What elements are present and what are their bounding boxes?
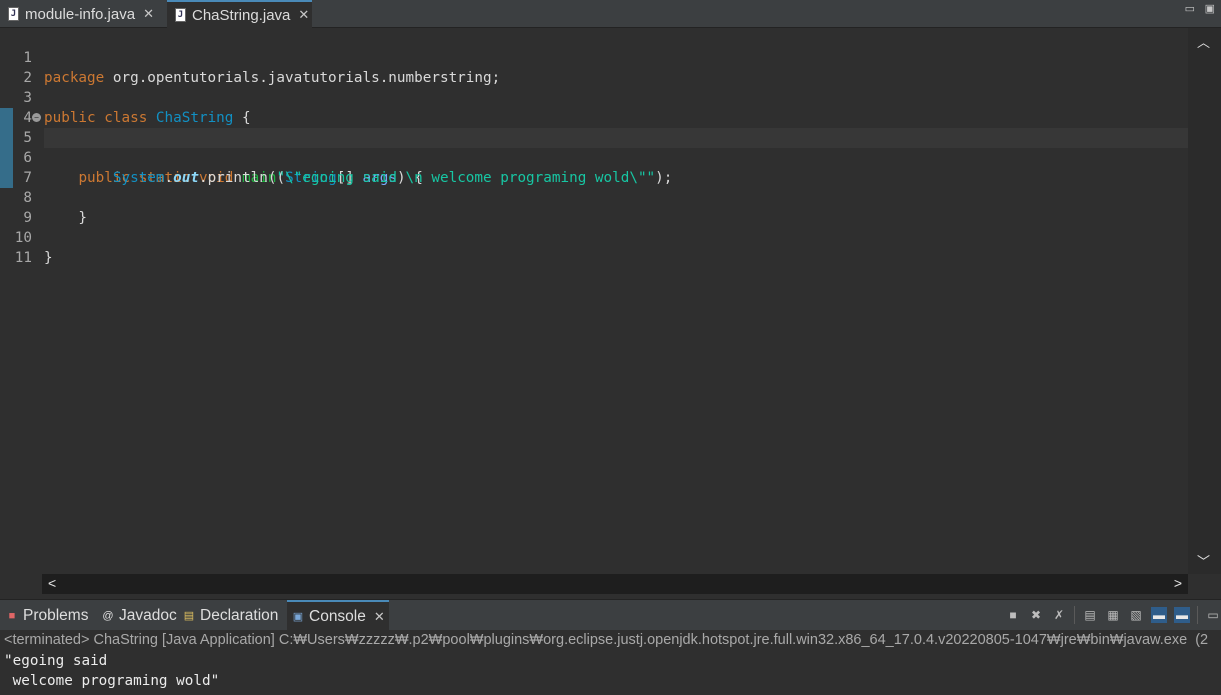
code-editor[interactable]: 1 package org.opentutorials.javatutorial… <box>0 28 1188 574</box>
console-icon: ▣ <box>292 610 304 623</box>
code-line: 5 − public static void main(String[] arg… <box>0 108 1188 186</box>
line-number: 11 <box>14 250 32 266</box>
open-console-icon[interactable]: ▭ <box>1205 607 1221 623</box>
declaration-icon: ▤ <box>183 609 195 622</box>
word-wrap-icon[interactable]: ▧ <box>1128 607 1144 623</box>
clear-console-icon[interactable]: ▤ <box>1082 607 1098 623</box>
javadoc-icon: @ <box>102 609 114 622</box>
tab-label: ChaString.java <box>192 6 291 24</box>
chevron-down-icon[interactable]: ﹀ <box>1197 551 1210 570</box>
horizontal-scrollbar[interactable]: < > <box>42 574 1188 594</box>
minimize-icon[interactable]: ▭ <box>1185 2 1195 15</box>
terminate-icon[interactable]: ■ <box>1005 607 1021 623</box>
code-line: 3 public class ChaString { <box>0 68 1188 126</box>
show-stderr-icon[interactable]: ▬ <box>1174 607 1190 623</box>
console-status-line: <terminated> ChaString [Java Application… <box>4 632 1209 648</box>
tab-declaration[interactable]: ▤ Declaration <box>183 600 279 631</box>
scroll-lock-icon[interactable]: ▦ <box>1105 607 1121 623</box>
maximize-icon[interactable]: ▣ <box>1205 2 1215 15</box>
close-icon[interactable]: ✕ <box>298 7 309 23</box>
tab-module-info[interactable]: J module-info.java ✕ <box>0 0 165 28</box>
code-line: 11 <box>0 228 1188 266</box>
code-line: 8 } <box>0 168 1188 226</box>
code-line: 7 <box>0 148 1188 186</box>
line-number: 5 <box>23 130 32 146</box>
remove-all-terminated-icon[interactable]: ✗ <box>1051 607 1067 623</box>
tab-label: module-info.java <box>25 5 136 23</box>
tab-problems[interactable]: ■ Problems <box>6 600 89 631</box>
problems-icon: ■ <box>8 609 16 622</box>
chevron-up-icon[interactable]: ︿ <box>1197 32 1210 51</box>
code-line: 2 <box>0 48 1188 86</box>
java-file-icon: J <box>175 8 186 22</box>
console-output-line: "egoing said <box>4 653 108 669</box>
code-text: } <box>44 250 53 266</box>
editor-tab-bar: J module-info.java ✕ J ChaString.java ✕ … <box>0 0 1221 28</box>
tab-label: Problems <box>23 606 89 624</box>
console-toolbar: ■ ✖ ✗ ▤ ▦ ▧ ▬ ▬ ▭ <box>998 605 1221 625</box>
fold-collapse-icon[interactable]: − <box>32 113 41 122</box>
show-stdout-icon[interactable]: ▬ <box>1151 607 1167 623</box>
chevron-left-icon[interactable]: < <box>48 575 56 591</box>
chevron-right-icon[interactable]: > <box>1174 575 1182 591</box>
code-line-current: 6 System.out.println("\"egoing said \n w… <box>23 128 1188 186</box>
code-line: 10 } <box>0 208 1188 266</box>
view-tab-bar: ■ Problems @ Javadoc ▤ Declaration ▣ Con… <box>0 599 1221 631</box>
tab-label: Declaration <box>200 606 279 624</box>
console-output[interactable]: <terminated> ChaString [Java Application… <box>0 630 1221 695</box>
code-line: 1 package org.opentutorials.javatutorial… <box>0 28 1188 86</box>
remove-launch-icon[interactable]: ✖ <box>1028 607 1044 623</box>
code-line: 9 <box>0 188 1188 226</box>
vertical-scrollbar[interactable]: ︿ ﹀ <box>1188 28 1221 574</box>
console-output-line: welcome programing wold" <box>4 673 220 689</box>
tab-javadoc[interactable]: @ Javadoc <box>102 600 177 631</box>
tab-label: Console <box>309 607 366 625</box>
toolbar-divider <box>1074 606 1075 624</box>
tab-chastring[interactable]: J ChaString.java ✕ <box>167 0 312 28</box>
toolbar-divider <box>1197 606 1198 624</box>
tab-label: Javadoc <box>119 606 177 624</box>
tab-console[interactable]: ▣ Console ✕ <box>287 600 389 631</box>
scrollbar-corner <box>0 574 42 594</box>
code-line: 4 <box>0 88 1188 126</box>
close-icon[interactable]: ✕ <box>143 6 154 22</box>
java-file-icon: J <box>8 7 19 21</box>
close-icon[interactable]: ✕ <box>374 609 385 625</box>
